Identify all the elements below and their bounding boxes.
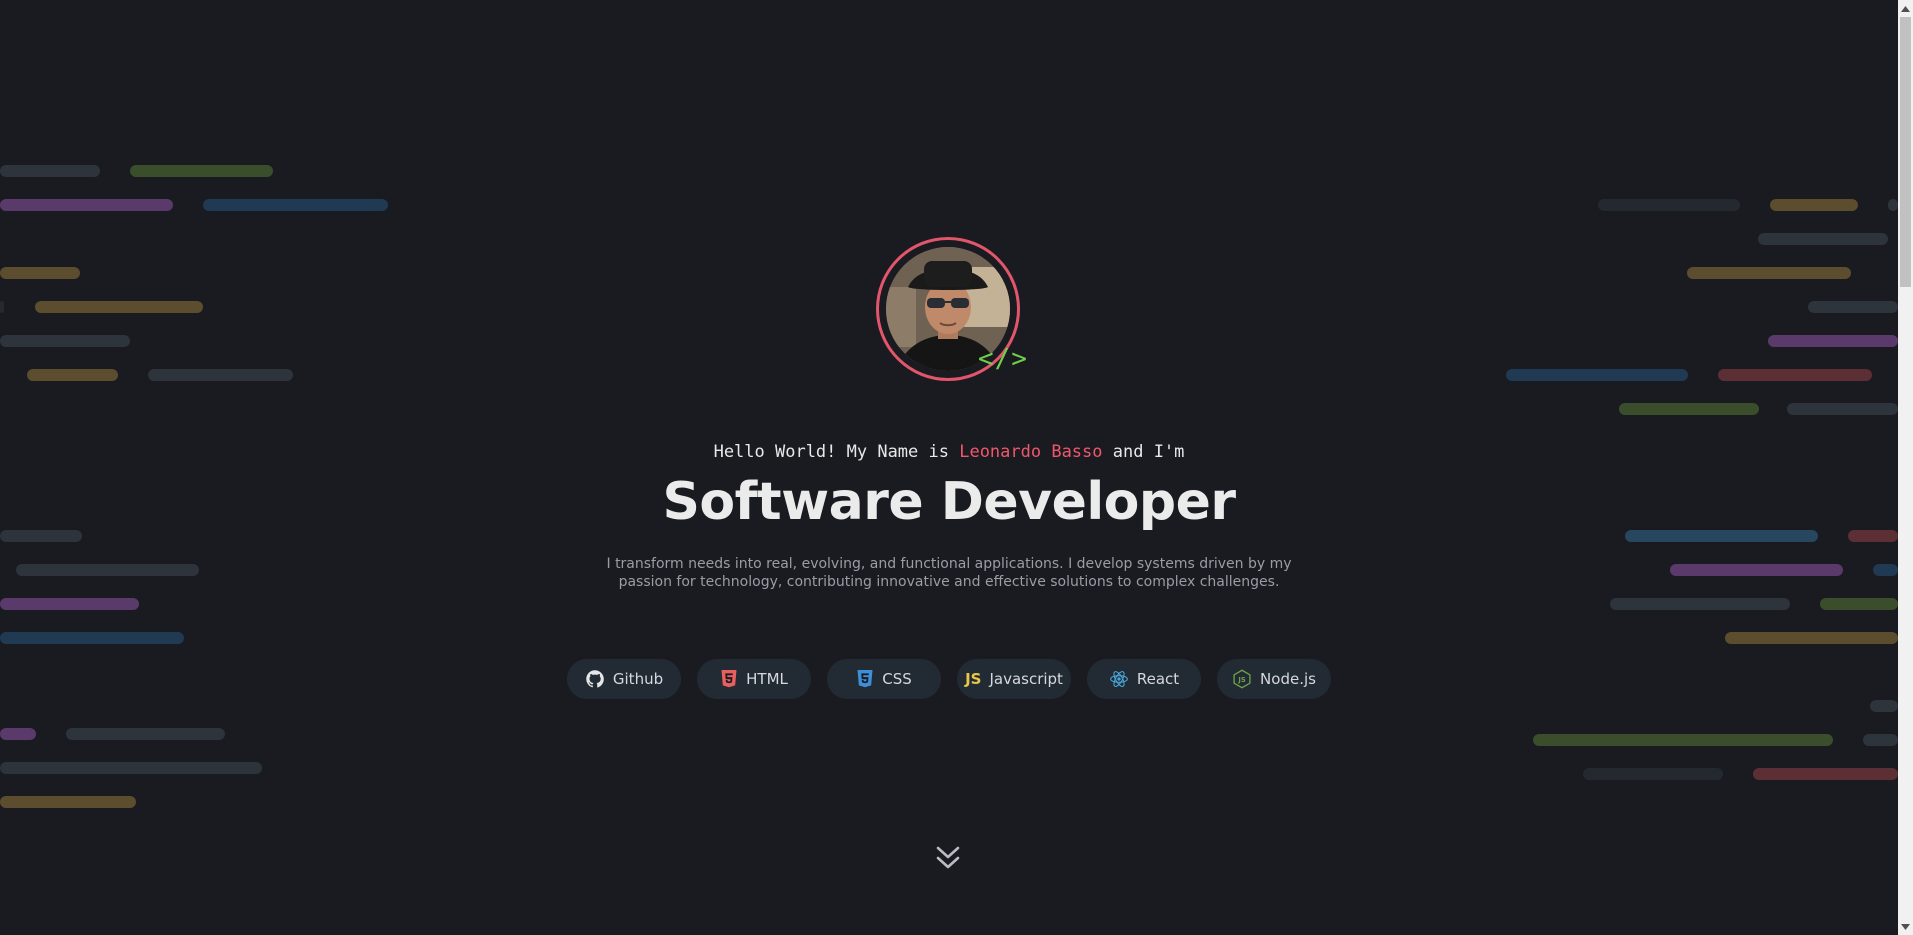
scroll-down-button[interactable] xyxy=(934,844,962,874)
skill-label: Node.js xyxy=(1260,670,1316,688)
greeting-suffix: and I'm xyxy=(1102,442,1185,462)
chevrons-down-icon xyxy=(936,846,960,869)
css3-icon xyxy=(857,670,873,688)
greeting-prefix: Hello World! My Name is xyxy=(713,442,960,462)
skill-chip-nodejs[interactable]: JS Node.js xyxy=(1217,659,1331,699)
skill-label: Javascript xyxy=(989,670,1063,688)
react-icon xyxy=(1109,671,1128,687)
skill-chip-javascript[interactable]: JS Javascript xyxy=(957,659,1071,699)
skill-label: Github xyxy=(612,670,664,688)
vertical-scrollbar[interactable] xyxy=(1898,0,1913,935)
hero-section: </> Hello World! My Name is Leonardo Bas… xyxy=(0,0,1898,935)
github-icon xyxy=(586,670,604,688)
scroll-down-arrow[interactable] xyxy=(1898,918,1913,935)
page-title: Software Developer xyxy=(662,472,1236,532)
scroll-up-arrow[interactable] xyxy=(1898,0,1913,17)
skills-list: Github HTML CSS JS Javascript React JS N… xyxy=(0,659,1898,699)
skill-label: React xyxy=(1136,670,1180,688)
svg-text:JS: JS xyxy=(1237,676,1245,684)
skill-label: HTML xyxy=(746,670,788,688)
skill-chip-react[interactable]: React xyxy=(1087,659,1201,699)
skill-chip-css[interactable]: CSS xyxy=(827,659,941,699)
javascript-icon: JS xyxy=(965,670,982,688)
nodejs-icon: JS xyxy=(1233,669,1251,689)
skill-chip-html[interactable]: HTML xyxy=(697,659,811,699)
skill-label: CSS xyxy=(882,670,912,688)
greeting: Hello World! My Name is Leonardo Basso a… xyxy=(0,440,1898,464)
hero-description: I transform needs into real, evolving, a… xyxy=(606,556,1292,590)
skill-chip-github[interactable]: Github xyxy=(567,659,681,699)
page-viewport: </> Hello World! My Name is Leonardo Bas… xyxy=(0,0,1898,935)
html5-icon xyxy=(721,670,737,688)
caret-up-icon xyxy=(1901,5,1910,12)
code-badge: </> xyxy=(978,344,1028,374)
developer-name: Leonardo Basso xyxy=(959,442,1103,462)
caret-down-icon xyxy=(1901,923,1910,930)
scrollbar-thumb[interactable] xyxy=(1900,17,1911,287)
